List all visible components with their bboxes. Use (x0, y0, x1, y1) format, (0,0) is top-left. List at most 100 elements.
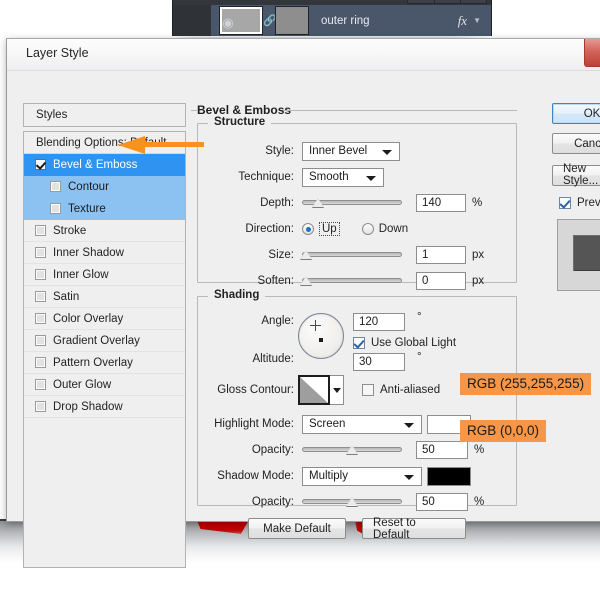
sidebar-item-stroke[interactable]: Stroke (24, 220, 185, 242)
angle-unit: ° (417, 311, 422, 323)
size-slider[interactable] (302, 248, 402, 262)
depth-row: Depth: 140 % (198, 190, 516, 216)
depth-slider[interactable] (302, 196, 402, 210)
styles-header: Styles (23, 103, 186, 127)
structure-legend: Structure (208, 116, 271, 128)
style-row: Style: Inner Bevel (198, 138, 516, 164)
dialog-actions: OK Cancel New Style... Preview (552, 103, 600, 291)
direction-label: Direction: (198, 223, 302, 235)
soften-slider[interactable] (302, 274, 402, 288)
make-default-button[interactable]: Make Default (248, 518, 346, 539)
contour-checkbox[interactable] (50, 181, 61, 192)
sidebar-item-pattern-overlay[interactable]: Pattern Overlay (24, 352, 185, 374)
highlight-mode-select[interactable]: Screen (302, 415, 422, 434)
sidebar-item-outer-glow[interactable]: Outer Glow (24, 374, 185, 396)
new-style-button[interactable]: New Style... (552, 165, 600, 186)
sidebar-item-texture[interactable]: Texture (24, 198, 185, 220)
photoshop-layers-panel: ◉ 🔗 outer ring fx ▼ (172, 0, 492, 36)
sidebar-item-bevel-emboss[interactable]: Bevel & Emboss (24, 154, 185, 176)
size-input[interactable]: 1 (416, 246, 466, 264)
size-label: Size: (198, 249, 302, 261)
chevron-down-icon[interactable]: ▼ (473, 16, 481, 25)
ok-button[interactable]: OK (552, 103, 600, 124)
gloss-contour-dropdown[interactable] (330, 375, 344, 405)
anti-aliased-checkbox[interactable] (362, 384, 374, 396)
inner-shadow-checkbox[interactable] (35, 247, 46, 258)
style-select[interactable]: Inner Bevel (302, 142, 400, 161)
size-slider-knob[interactable] (300, 250, 312, 259)
drop-shadow-checkbox[interactable] (35, 401, 46, 412)
technique-row: Technique: Smooth (198, 164, 516, 190)
technique-select-value: Smooth (309, 171, 349, 183)
sidebar-item-satin[interactable]: Satin (24, 286, 185, 308)
layer-mask-thumbnail[interactable] (275, 6, 309, 35)
bevel-emboss-checkbox[interactable] (35, 159, 46, 170)
dialog-titlebar[interactable]: Layer Style (7, 39, 600, 71)
close-button[interactable] (584, 39, 600, 67)
styles-item-label: Satin (53, 291, 79, 303)
angle-input[interactable]: 120 (353, 313, 405, 331)
panel-mini-tabs (407, 0, 487, 4)
sidebar-item-inner-glow[interactable]: Inner Glow (24, 264, 185, 286)
styles-list[interactable]: Blending Options: Default Bevel & Emboss… (23, 131, 186, 568)
depth-label: Depth: (198, 197, 302, 209)
chevron-down-icon (366, 176, 376, 181)
highlight-opacity-input[interactable]: 50 (416, 441, 468, 459)
sidebar-item-inner-shadow[interactable]: Inner Shadow (24, 242, 185, 264)
dialog-title: Layer Style (26, 46, 89, 60)
preview-row[interactable]: Preview (559, 197, 600, 209)
shadow-opacity-slider[interactable] (302, 495, 402, 509)
cancel-button[interactable]: Cancel (552, 133, 600, 154)
altitude-input[interactable]: 30 (353, 353, 405, 371)
sidebar-item-contour[interactable]: Contour (24, 176, 185, 198)
altitude-label: Altitude: (198, 353, 302, 365)
direction-up-label[interactable]: Up (319, 222, 340, 236)
pattern-overlay-checkbox[interactable] (35, 357, 46, 368)
reset-to-default-button[interactable]: Reset to Default (362, 518, 466, 539)
styles-item-label: Texture (68, 203, 106, 215)
stroke-checkbox[interactable] (35, 225, 46, 236)
direction-up-radio[interactable] (302, 223, 314, 235)
shadow-rgb-callout: RGB (0,0,0) (460, 420, 546, 442)
layer-row-outer-ring[interactable]: ◉ 🔗 outer ring fx ▼ (211, 5, 491, 36)
use-global-light-checkbox[interactable] (353, 337, 365, 349)
satin-checkbox[interactable] (35, 291, 46, 302)
eye-icon[interactable]: ◉ (219, 16, 237, 30)
styles-column: Styles Blending Options: Default Bevel &… (23, 103, 186, 568)
depth-slider-knob[interactable] (312, 198, 324, 207)
shadow-mode-label: Shadow Mode: (198, 470, 302, 482)
fx-icon[interactable]: fx (458, 13, 467, 29)
sidebar-item-drop-shadow[interactable]: Drop Shadow (24, 396, 185, 418)
technique-select[interactable]: Smooth (302, 168, 384, 187)
texture-checkbox[interactable] (50, 203, 61, 214)
shadow-mode-select[interactable]: Multiply (302, 467, 422, 486)
direction-down-label[interactable]: Down (379, 223, 408, 235)
color-overlay-checkbox[interactable] (35, 313, 46, 324)
outer-glow-checkbox[interactable] (35, 379, 46, 390)
highlight-mode-value: Screen (309, 418, 345, 430)
direction-down-radio[interactable] (362, 223, 374, 235)
gloss-contour-preview[interactable] (298, 375, 330, 405)
shadow-opacity-input[interactable]: 50 (416, 493, 468, 511)
link-icon[interactable]: 🔗 (263, 14, 275, 27)
soften-label: Soften: (198, 275, 302, 287)
shadow-opacity-knob[interactable] (346, 497, 358, 506)
highlight-opacity-slider[interactable] (302, 443, 402, 457)
gradient-overlay-checkbox[interactable] (35, 335, 46, 346)
soften-input[interactable]: 0 (416, 272, 466, 290)
structure-group: Structure Style: Inner Bevel Technique: (197, 123, 517, 283)
depth-input[interactable]: 140 (416, 194, 466, 212)
size-unit: px (472, 249, 484, 261)
layer-name[interactable]: outer ring (321, 15, 458, 27)
size-slider-track (302, 252, 402, 257)
sidebar-item-gradient-overlay[interactable]: Gradient Overlay (24, 330, 185, 352)
shadow-color-swatch[interactable] (427, 467, 471, 486)
anti-aliased-label: Anti-aliased (380, 384, 440, 396)
sidebar-item-color-overlay[interactable]: Color Overlay (24, 308, 185, 330)
soften-slider-knob[interactable] (300, 276, 312, 285)
angle-dial[interactable] (298, 313, 344, 359)
preview-shape (573, 235, 600, 271)
highlight-opacity-knob[interactable] (346, 445, 358, 454)
inner-glow-checkbox[interactable] (35, 269, 46, 280)
preview-checkbox[interactable] (559, 197, 571, 209)
